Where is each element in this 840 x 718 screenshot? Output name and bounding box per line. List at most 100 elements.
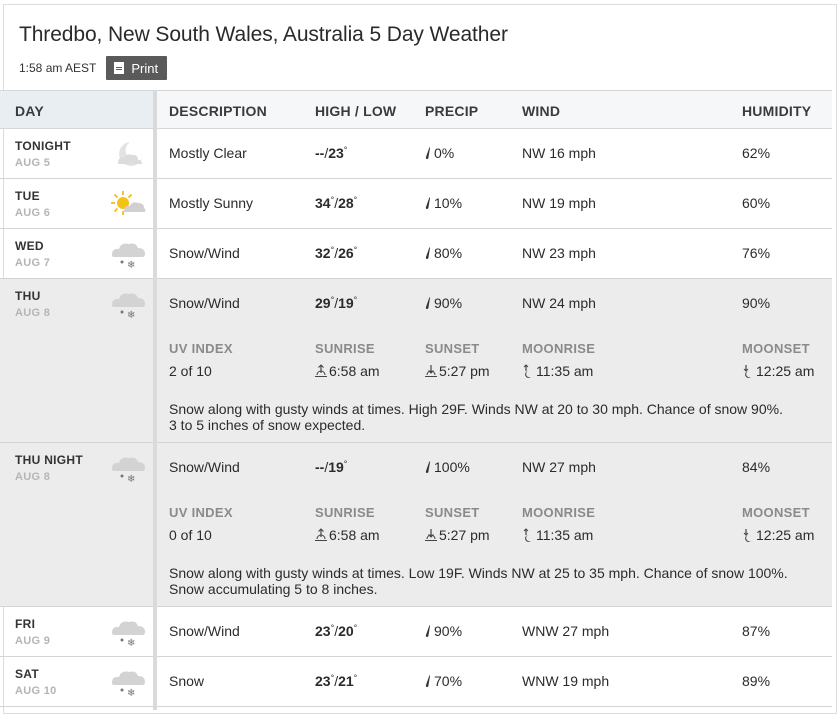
raindrop-icon: [425, 623, 434, 639]
day-name: SAT: [15, 667, 40, 681]
moonrise-label: MOONRISE: [522, 505, 596, 520]
description: Snow/Wind: [169, 459, 240, 475]
day-date: AUG 8: [15, 307, 51, 319]
forecast-row[interactable]: TUE AUG 6 Mostly Sunny 34°/28° 10% NW 19 mph 6…: [0, 179, 832, 229]
table-header: DAY DESCRIPTION HIGH / LOW PRECIP WIND H…: [0, 90, 832, 129]
sunset-label: SUNSET: [425, 341, 480, 356]
sunrise-time: 6:58 am: [329, 363, 380, 379]
low-temp: 19: [338, 295, 354, 311]
forecast-row[interactable]: FRI AUG 9 ❄ Snow/Wind 23°/20° 90% WNW 27 mph 87…: [0, 607, 832, 657]
document-icon: [114, 62, 125, 74]
moonrise-time: 11:35 am: [536, 527, 594, 543]
high-temp: 23: [315, 623, 331, 639]
raindrop-icon: [425, 673, 434, 689]
sunset-icon: [425, 363, 439, 379]
raindrop-icon: [425, 145, 434, 161]
uv-index-value: 0 of 10: [169, 527, 212, 543]
page-title: Thredbo, New South Wales, Australia 5 Da…: [19, 23, 508, 46]
precip-value: 70%: [434, 673, 463, 689]
uv-index-label: UV INDEX: [169, 505, 233, 520]
low-temp: 23: [328, 145, 344, 161]
snow-icon: ❄: [110, 451, 146, 485]
moonrise-time: 11:35 am: [536, 363, 594, 379]
column-header-precip[interactable]: PRECIP: [425, 103, 478, 119]
wind: NW 27 mph: [522, 459, 596, 475]
wind: NW 19 mph: [522, 195, 596, 211]
sunset-label: SUNSET: [425, 505, 480, 520]
day-date: AUG 6: [15, 207, 51, 219]
snow-icon: ❄: [110, 615, 146, 649]
column-header-description[interactable]: DESCRIPTION: [169, 103, 267, 119]
snow-icon: ❄: [110, 665, 146, 699]
snow-icon: ❄: [110, 237, 146, 271]
snow-icon: ❄: [110, 287, 146, 321]
humidity: 62%: [742, 145, 771, 161]
high-low: 23°/21°: [315, 673, 357, 689]
uv-index-label: UV INDEX: [169, 341, 233, 356]
description: Snow/Wind: [169, 623, 240, 639]
precip: 80%: [425, 245, 462, 261]
day-date: AUG 7: [15, 257, 51, 269]
print-label: Print: [131, 60, 159, 76]
wind: NW 23 mph: [522, 245, 596, 261]
humidity: 60%: [742, 195, 771, 211]
narrative-line: Snow accumulating 5 to 8 inches.: [169, 581, 378, 597]
day-name: TUE: [15, 189, 40, 203]
forecast-row[interactable]: TONIGHT AUG 5 Mostly Clear --/23° 0% NW 16 mp…: [0, 129, 832, 179]
description: Snow: [169, 673, 205, 689]
day-date: AUG 8: [15, 471, 51, 483]
raindrop-icon: [425, 459, 434, 475]
sunrise-icon: [315, 527, 329, 543]
description: Mostly Sunny: [169, 195, 254, 211]
precip: 90%: [425, 623, 462, 639]
print-button[interactable]: Print: [106, 56, 168, 80]
day-date: AUG 9: [15, 635, 51, 647]
day-name: WED: [15, 239, 44, 253]
moonrise-value: 11:35 am: [522, 363, 593, 379]
high-temp: 34: [315, 195, 331, 211]
day-name: THU NIGHT: [15, 453, 84, 467]
precip: 90%: [425, 295, 462, 311]
moonrise-value: 11:35 am: [522, 527, 593, 543]
sunrise-value: 6:58 am: [315, 527, 380, 543]
narrative-line: Snow along with gusty winds at times. Lo…: [169, 565, 788, 581]
forecast-row[interactable]: THU AUG 8 ❄ Snow/Wind 29°/19° 90% NW 24 mph 90%…: [0, 279, 832, 443]
forecast-narrative: Snow along with gusty winds at times. Lo…: [169, 565, 819, 597]
precip: 100%: [425, 459, 470, 475]
column-header-humidity[interactable]: HUMIDITY: [742, 103, 811, 119]
sunrise-label: SUNRISE: [315, 505, 375, 520]
svg-text:❄: ❄: [127, 310, 135, 321]
forecast-row[interactable]: WED AUG 7 ❄ Snow/Wind 32°/26° 80% NW 23 mph 76%: [0, 229, 832, 279]
forecast-row[interactable]: THU NIGHT AUG 8 ❄ Snow/Wind --/19° 100% NW 27 …: [0, 443, 832, 607]
wind: NW 16 mph: [522, 145, 596, 161]
low-temp: 20: [338, 623, 354, 639]
high-temp: 32: [315, 245, 331, 261]
humidity: 84%: [742, 459, 771, 475]
precip-value: 80%: [434, 245, 463, 261]
precip-value: 90%: [434, 623, 463, 639]
sunrise-label: SUNRISE: [315, 341, 375, 356]
low-temp: 26: [338, 245, 354, 261]
svg-text:❄: ❄: [127, 260, 135, 271]
degree-symbol: °: [343, 459, 348, 469]
high-temp: --: [315, 459, 325, 475]
forecast-narrative: Snow along with gusty winds at times. Hi…: [169, 401, 819, 433]
moonset-icon: [742, 527, 756, 543]
description: Snow/Wind: [169, 295, 240, 311]
sun-cloud-icon: [110, 187, 146, 221]
column-header-high-low[interactable]: HIGH / LOW: [315, 103, 396, 119]
forecast-header: Thredbo, New South Wales, Australia 5 Da…: [4, 5, 836, 95]
raindrop-icon: [425, 195, 434, 211]
day-name: TONIGHT: [15, 139, 71, 153]
moonrise-icon: [522, 527, 536, 543]
description: Snow/Wind: [169, 245, 240, 261]
column-header-day[interactable]: DAY: [15, 103, 44, 119]
forecast-row[interactable]: SAT AUG 10 ❄ Snow 23°/21° 70% WNW 19 mph 89%: [0, 657, 832, 707]
precip: 70%: [425, 673, 462, 689]
moonrise-icon: [522, 363, 536, 379]
sunset-time: 5:27 pm: [439, 527, 490, 543]
low-temp: 19: [328, 459, 344, 475]
column-header-wind[interactable]: WIND: [522, 103, 560, 119]
degree-symbol: °: [353, 245, 358, 255]
high-low: 29°/19°: [315, 295, 357, 311]
